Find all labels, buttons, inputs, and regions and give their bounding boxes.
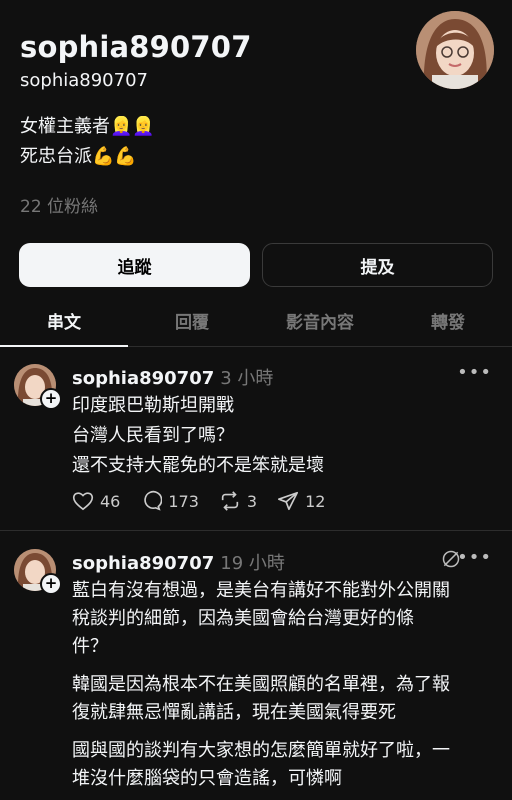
post-username[interactable]: sophia890707: [72, 368, 214, 389]
profile-avatar[interactable]: [416, 11, 494, 89]
profile-handle[interactable]: sophia890707: [20, 70, 148, 91]
post-text-line: 還不支持大罷免的不是笨就是壞: [72, 455, 324, 476]
post-text-line: 國與國的談判有大家想的怎麼簡單就好了啦，一: [72, 740, 450, 761]
post-text-line: 件？: [72, 636, 108, 657]
heart-icon: [72, 492, 94, 511]
like-button[interactable]: 46: [72, 491, 120, 511]
post-text-line: 台灣人民看到了嗎？: [72, 425, 234, 446]
more-icon[interactable]: •••: [457, 547, 492, 568]
repost-icon: [221, 491, 239, 511]
post-time: 19 小時: [220, 553, 285, 574]
tab-media[interactable]: 影音內容: [256, 300, 384, 346]
repost-button[interactable]: 3: [219, 490, 257, 512]
share-icon: [278, 491, 299, 511]
avatar-image: [416, 11, 494, 89]
profile-display-name: sophia890707: [20, 30, 252, 64]
comment-count: 173: [168, 491, 199, 511]
post-text-line: 藍白有沒有想過，是美台有講好不能對外公開關: [72, 580, 450, 601]
post-text-line: 堆沒什麼腦袋的只會造謠，可憐啊: [72, 768, 342, 789]
post-text-line: 印度跟巴勒斯坦開戰: [72, 395, 234, 416]
mention-button[interactable]: 提及: [262, 243, 493, 287]
post-username[interactable]: sophia890707: [72, 553, 214, 574]
post-text-line: 復就肆無忌憚亂講話，現在美國氣得要死: [72, 702, 396, 723]
post-text-line: 稅談判的細節，因為美國會給台灣更好的條: [72, 608, 414, 629]
tab-reposts[interactable]: 轉發: [384, 300, 512, 346]
post[interactable]: + sophia890707 3 小時 ••• 印度跟巴勒斯坦開戰 台灣人民看到了…: [0, 346, 512, 530]
share-button[interactable]: 12: [277, 490, 325, 512]
like-count: 46: [100, 491, 121, 511]
profile-tabs: 串文 回覆 影音內容 轉發: [0, 300, 512, 347]
comment-icon: [144, 490, 163, 511]
post-text-line: 韓國是因為根本不在美國照顧的名單裡，為了報: [72, 674, 450, 695]
more-icon[interactable]: •••: [457, 362, 492, 383]
profile-bio: 女權主義者👱‍♀️👱‍♀️ 死忠台派💪💪: [20, 112, 155, 172]
plus-icon[interactable]: +: [40, 388, 62, 410]
share-count: 12: [305, 491, 326, 511]
tab-replies[interactable]: 回覆: [128, 300, 256, 346]
post-actions: 46 173 3 12: [72, 490, 345, 512]
post[interactable]: + sophia890707 19 小時 ••• 藍白有沒有想過，是美台有講好不能…: [0, 531, 512, 800]
tab-threads[interactable]: 串文: [0, 300, 128, 347]
plus-icon[interactable]: +: [40, 573, 62, 595]
bio-line: 死忠台派💪💪: [20, 146, 137, 167]
follow-button[interactable]: 追蹤: [19, 243, 250, 287]
post-time: 3 小時: [220, 368, 274, 389]
comment-button[interactable]: 173: [140, 490, 199, 512]
followers-count[interactable]: 22 位粉絲: [20, 192, 98, 217]
bio-line: 女權主義者👱‍♀️👱‍♀️: [20, 116, 155, 137]
post-header: sophia890707 3 小時: [72, 364, 273, 390]
post-header: sophia890707 19 小時: [72, 549, 285, 575]
repost-count: 3: [246, 491, 258, 511]
